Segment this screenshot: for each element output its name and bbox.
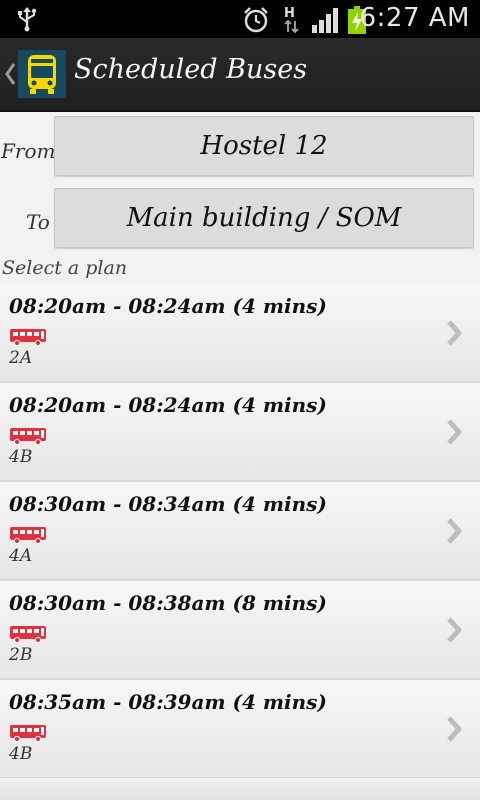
action-bar: Scheduled Buses: [0, 38, 480, 112]
bus-icon: [10, 428, 46, 445]
chevron-right-icon: [447, 617, 462, 643]
plan-route: 4B: [9, 744, 33, 764]
app-logo[interactable]: [18, 50, 66, 98]
plan-item[interactable]: 08:30am - 08:38am (8 mins) 2B: [0, 581, 480, 680]
plan-item[interactable]: 08:30am - 08:34am (4 mins) 4A: [0, 482, 480, 581]
plan-route: 2A: [9, 348, 33, 368]
plan-item[interactable]: 08:20am - 08:24am (4 mins) 2A: [0, 284, 480, 383]
to-field[interactable]: Main building / SOM: [54, 188, 474, 248]
bus-icon: [10, 725, 46, 742]
bus-icon: [10, 329, 46, 346]
signal-strength-icon: [312, 8, 338, 33]
plan-item[interactable]: 08:35am - 08:39am (4 mins) 4B: [0, 680, 480, 779]
network-hspa-icon: H: [284, 6, 299, 34]
list-bottom: [0, 778, 480, 800]
status-bar: H 6:27 AM: [0, 0, 480, 38]
screen-title: Scheduled Buses: [74, 54, 308, 85]
chevron-right-icon: [447, 419, 462, 445]
bus-icon: [10, 626, 46, 643]
plan-route: 4A: [9, 546, 33, 566]
plan-time: 08:30am - 08:34am (4 mins): [9, 492, 327, 516]
plan-list: 08:20am - 08:24am (4 mins) 2A 08:20am - 08…: [0, 284, 480, 779]
plan-route: 2B: [9, 645, 33, 665]
alarm-icon: [244, 7, 268, 33]
plan-time: 08:20am - 08:24am (4 mins): [9, 393, 327, 417]
bus-logo-icon: [28, 55, 56, 94]
plan-time: 08:30am - 08:38am (8 mins): [9, 591, 327, 615]
chevron-right-icon: [447, 518, 462, 544]
plan-route: 4B: [9, 447, 33, 467]
status-time: 6:27 AM: [359, 3, 470, 33]
bus-icon: [10, 527, 46, 544]
chevron-right-icon: [447, 716, 462, 742]
plan-item[interactable]: 08:20am - 08:24am (4 mins) 4B: [0, 383, 480, 482]
from-field[interactable]: Hostel 12: [54, 116, 474, 176]
plan-time: 08:35am - 08:39am (4 mins): [9, 690, 327, 714]
section-title: Select a plan: [2, 257, 128, 279]
to-label: To: [26, 210, 50, 234]
usb-icon: [18, 7, 37, 32]
from-label: From: [1, 139, 56, 163]
chevron-right-icon: [447, 320, 462, 346]
plan-time: 08:20am - 08:24am (4 mins): [9, 294, 327, 318]
network-letter: H: [284, 6, 295, 21]
back-caret-icon[interactable]: [4, 60, 18, 88]
